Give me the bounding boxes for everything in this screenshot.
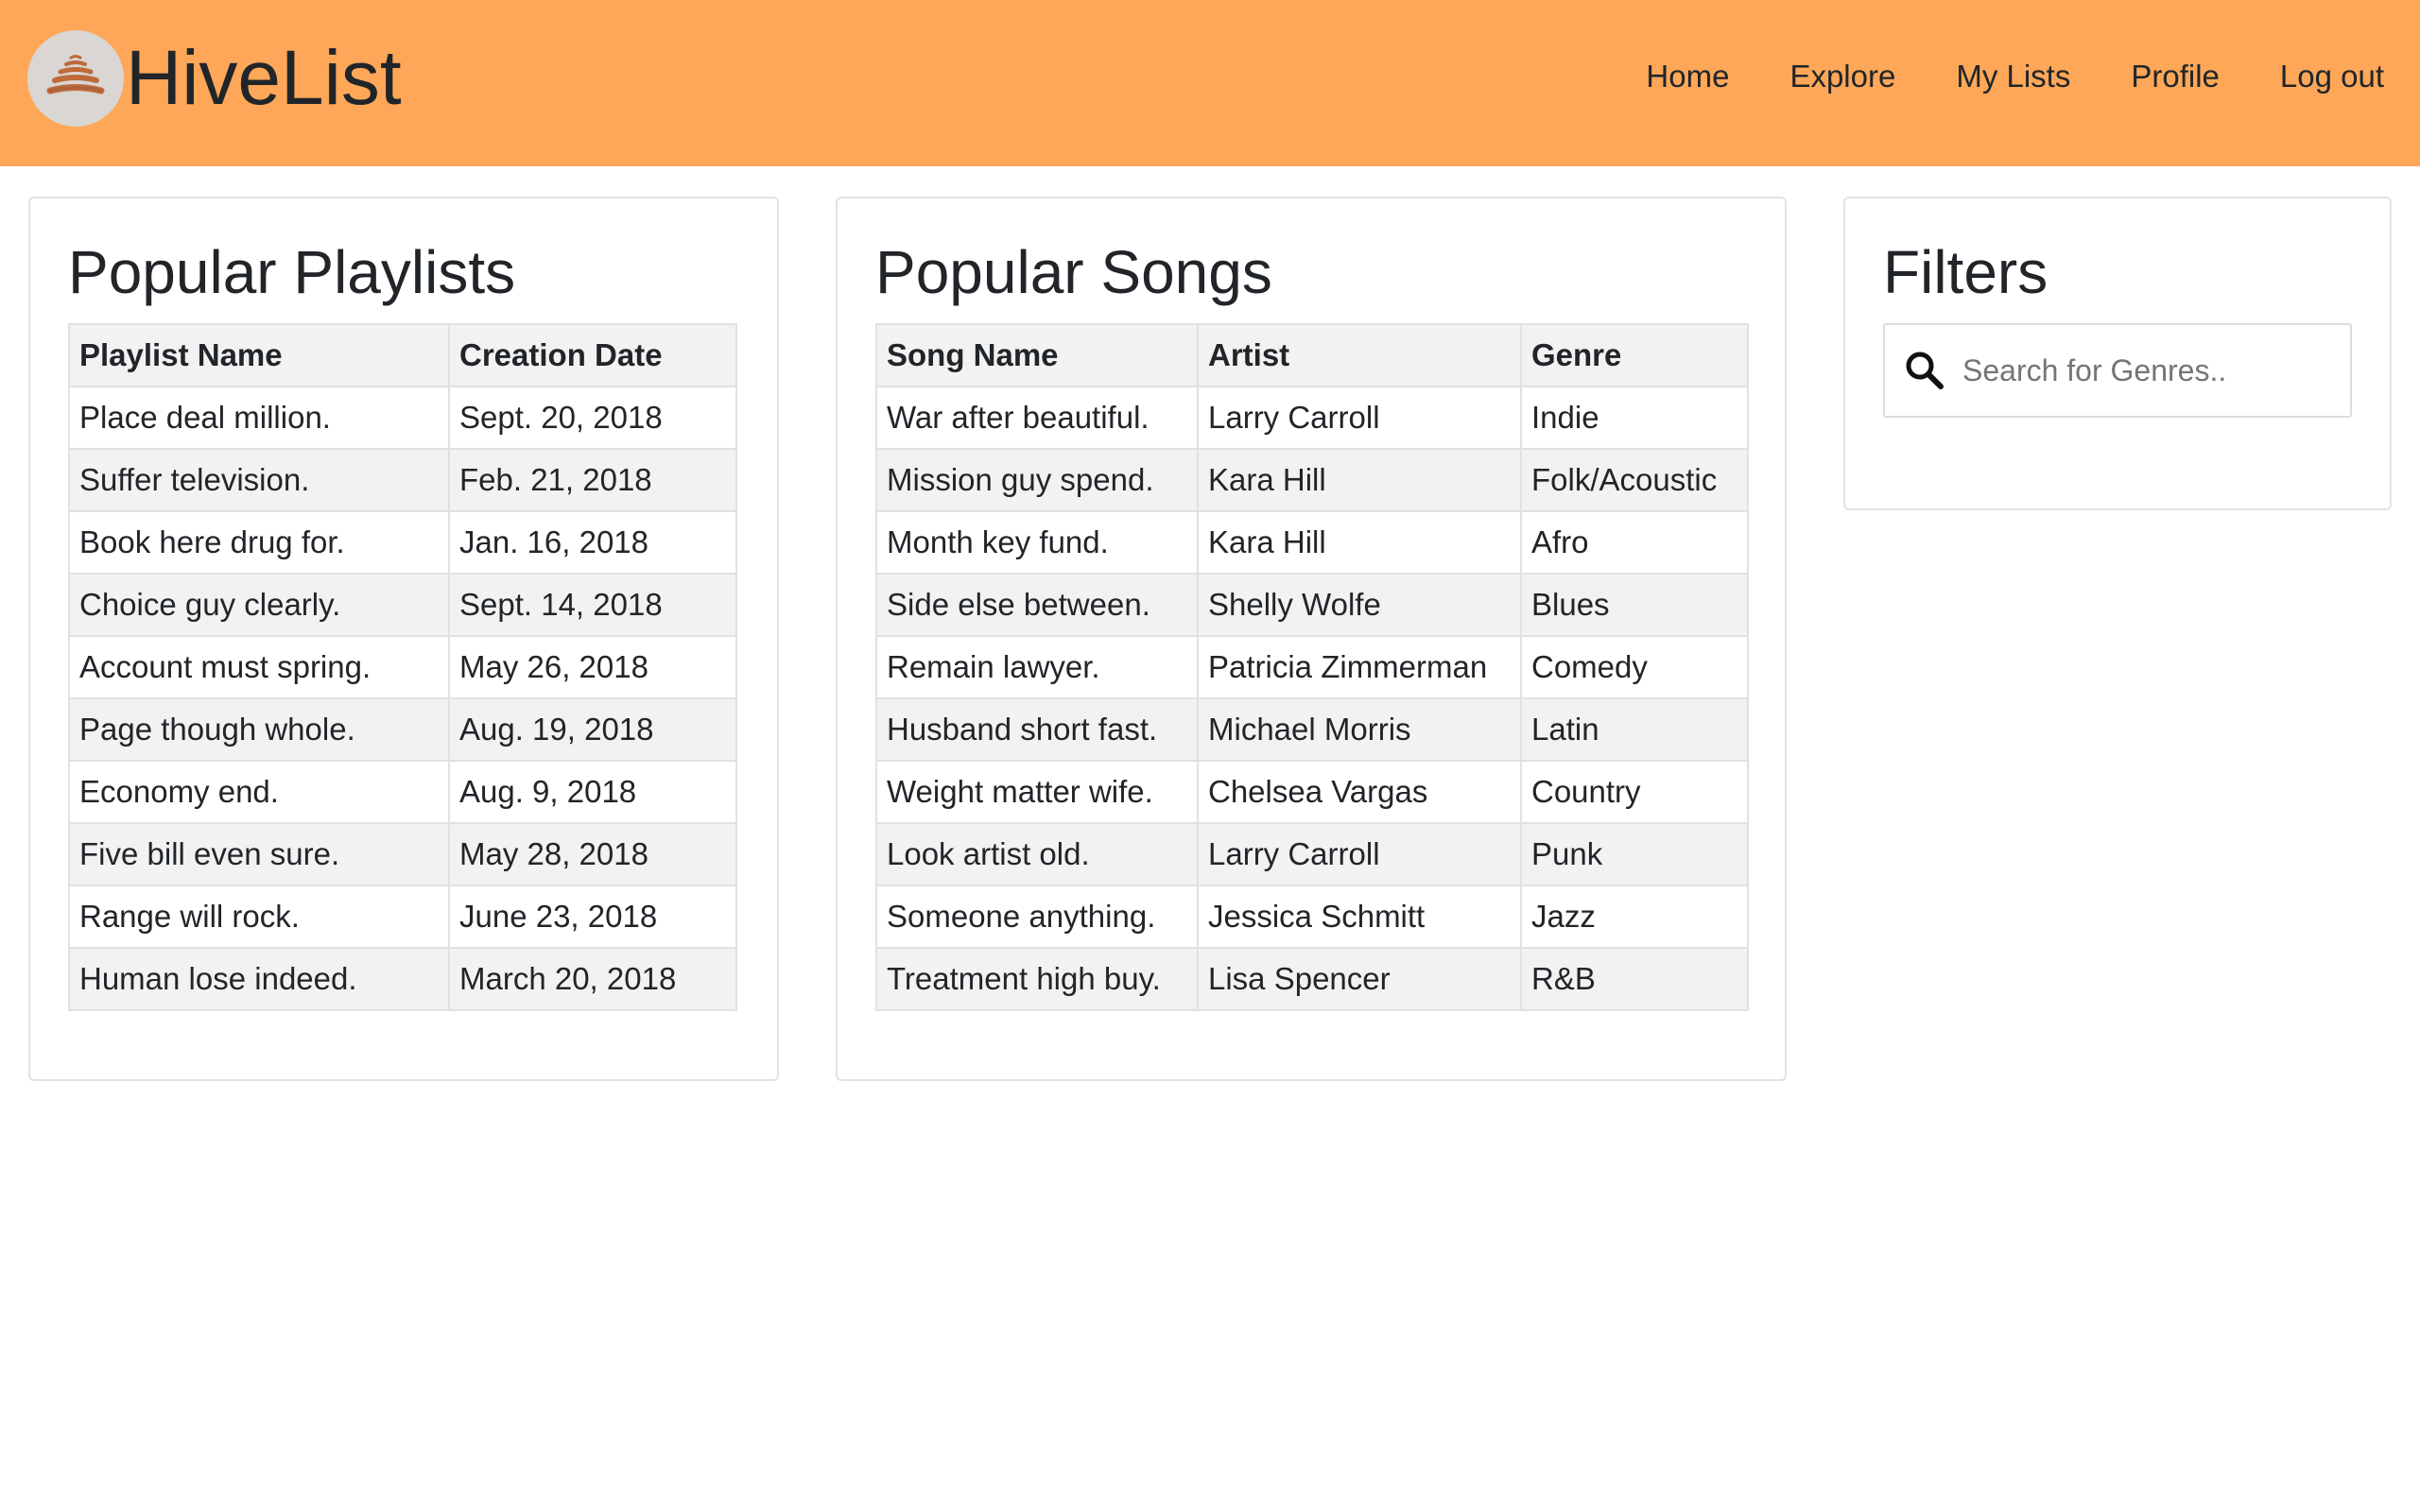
popular-playlists-card: Popular Playlists Playlist Name Creation… [28, 197, 779, 1081]
creation-date-cell: Feb. 21, 2018 [448, 448, 737, 512]
nav-log-out[interactable]: Log out [2280, 57, 2384, 97]
genre-search-input[interactable] [1962, 342, 2341, 399]
table-row[interactable]: Five bill even sure. May 28, 2018 [68, 822, 737, 886]
column-header-genre[interactable]: Genre [1520, 323, 1749, 387]
genre-cell: Jazz [1520, 885, 1749, 949]
creation-date-cell: Sept. 20, 2018 [448, 386, 737, 450]
top-navbar: HiveList Home Explore My Lists Profile L… [0, 0, 2420, 166]
artist-cell: Kara Hill [1197, 448, 1522, 512]
nav-profile[interactable]: Profile [2131, 57, 2220, 97]
table-row[interactable]: Weight matter wife. Chelsea Vargas Count… [875, 760, 1749, 824]
playlist-name-cell[interactable]: Five bill even sure. [68, 822, 450, 886]
table-row[interactable]: Husband short fast. Michael Morris Latin [875, 697, 1749, 762]
song-name-cell[interactable]: Mission guy spend. [875, 448, 1199, 512]
artist-cell: Chelsea Vargas [1197, 760, 1522, 824]
song-name-cell[interactable]: Weight matter wife. [875, 760, 1199, 824]
table-row[interactable]: Look artist old. Larry Carroll Punk [875, 822, 1749, 886]
genre-cell: Latin [1520, 697, 1749, 762]
playlist-name-cell[interactable]: Human lose indeed. [68, 947, 450, 1011]
table-row[interactable]: War after beautiful. Larry Carroll Indie [875, 386, 1749, 450]
table-row[interactable]: Mission guy spend. Kara Hill Folk/Acoust… [875, 448, 1749, 512]
artist-cell: Kara Hill [1197, 510, 1522, 575]
popular-playlists-title: Popular Playlists [68, 238, 516, 306]
table-row[interactable]: Place deal million. Sept. 20, 2018 [68, 386, 737, 450]
artist-cell: Shelly Wolfe [1197, 573, 1522, 637]
song-name-cell[interactable]: Side else between. [875, 573, 1199, 637]
creation-date-cell: Sept. 14, 2018 [448, 573, 737, 637]
table-row[interactable]: Someone anything. Jessica Schmitt Jazz [875, 885, 1749, 949]
genre-cell: R&B [1520, 947, 1749, 1011]
creation-date-cell: Aug. 19, 2018 [448, 697, 737, 762]
genre-search-box[interactable] [1883, 323, 2352, 418]
genre-cell: Afro [1520, 510, 1749, 575]
song-name-cell[interactable]: Remain lawyer. [875, 635, 1199, 699]
brand-link[interactable]: HiveList [27, 29, 402, 128]
column-header-playlist-name[interactable]: Playlist Name [68, 323, 450, 387]
table-row[interactable]: Suffer television. Feb. 21, 2018 [68, 448, 737, 512]
creation-date-cell: May 28, 2018 [448, 822, 737, 886]
genre-cell: Punk [1520, 822, 1749, 886]
hive-logo-icon [27, 30, 124, 127]
playlist-name-cell[interactable]: Page though whole. [68, 697, 450, 762]
genre-cell: Comedy [1520, 635, 1749, 699]
table-row[interactable]: Month key fund. Kara Hill Afro [875, 510, 1749, 575]
playlist-name-cell[interactable]: Economy end. [68, 760, 450, 824]
column-header-creation-date[interactable]: Creation Date [448, 323, 737, 387]
song-name-cell[interactable]: Month key fund. [875, 510, 1199, 575]
song-name-cell[interactable]: Someone anything. [875, 885, 1199, 949]
song-name-cell[interactable]: Husband short fast. [875, 697, 1199, 762]
table-row[interactable]: Book here drug for. Jan. 16, 2018 [68, 510, 737, 575]
artist-cell: Larry Carroll [1197, 386, 1522, 450]
table-row[interactable]: Treatment high buy. Lisa Spencer R&B [875, 947, 1749, 1011]
search-icon [1906, 352, 1944, 389]
artist-cell: Larry Carroll [1197, 822, 1522, 886]
table-header-row: Song Name Artist Genre [875, 323, 1749, 387]
songs-table: Song Name Artist Genre War after beautif… [875, 323, 1749, 1011]
table-row[interactable]: Page though whole. Aug. 19, 2018 [68, 697, 737, 762]
artist-cell: Lisa Spencer [1197, 947, 1522, 1011]
column-header-song-name[interactable]: Song Name [875, 323, 1199, 387]
table-row[interactable]: Human lose indeed. March 20, 2018 [68, 947, 737, 1011]
table-row[interactable]: Account must spring. May 26, 2018 [68, 635, 737, 699]
creation-date-cell: Jan. 16, 2018 [448, 510, 737, 575]
artist-cell: Jessica Schmitt [1197, 885, 1522, 949]
filters-card: Filters [1843, 197, 2392, 510]
playlist-name-cell[interactable]: Book here drug for. [68, 510, 450, 575]
nav-home[interactable]: Home [1646, 57, 1729, 97]
table-row[interactable]: Side else between. Shelly Wolfe Blues [875, 573, 1749, 637]
genre-cell: Indie [1520, 386, 1749, 450]
table-row[interactable]: Economy end. Aug. 9, 2018 [68, 760, 737, 824]
song-name-cell[interactable]: War after beautiful. [875, 386, 1199, 450]
playlists-table: Playlist Name Creation Date Place deal m… [68, 323, 737, 1011]
creation-date-cell: Aug. 9, 2018 [448, 760, 737, 824]
genre-cell: Blues [1520, 573, 1749, 637]
table-header-row: Playlist Name Creation Date [68, 323, 737, 387]
popular-songs-title: Popular Songs [875, 238, 1272, 306]
main-nav: Home Explore My Lists Profile Log out [1585, 57, 2384, 97]
creation-date-cell: June 23, 2018 [448, 885, 737, 949]
filters-title: Filters [1883, 238, 2048, 306]
genre-cell: Folk/Acoustic [1520, 448, 1749, 512]
playlist-name-cell[interactable]: Place deal million. [68, 386, 450, 450]
popular-songs-card: Popular Songs Song Name Artist Genre War… [836, 197, 1787, 1081]
playlist-name-cell[interactable]: Account must spring. [68, 635, 450, 699]
table-row[interactable]: Range will rock. June 23, 2018 [68, 885, 737, 949]
artist-cell: Michael Morris [1197, 697, 1522, 762]
playlist-name-cell[interactable]: Range will rock. [68, 885, 450, 949]
song-name-cell[interactable]: Treatment high buy. [875, 947, 1199, 1011]
brand-name: HiveList [126, 35, 402, 121]
playlist-name-cell[interactable]: Choice guy clearly. [68, 573, 450, 637]
column-header-artist[interactable]: Artist [1197, 323, 1522, 387]
song-name-cell[interactable]: Look artist old. [875, 822, 1199, 886]
playlist-name-cell[interactable]: Suffer television. [68, 448, 450, 512]
nav-explore[interactable]: Explore [1789, 57, 1895, 97]
table-row[interactable]: Remain lawyer. Patricia Zimmerman Comedy [875, 635, 1749, 699]
creation-date-cell: March 20, 2018 [448, 947, 737, 1011]
nav-my-lists[interactable]: My Lists [1956, 57, 2070, 97]
genre-cell: Country [1520, 760, 1749, 824]
creation-date-cell: May 26, 2018 [448, 635, 737, 699]
table-row[interactable]: Choice guy clearly. Sept. 14, 2018 [68, 573, 737, 637]
artist-cell: Patricia Zimmerman [1197, 635, 1522, 699]
